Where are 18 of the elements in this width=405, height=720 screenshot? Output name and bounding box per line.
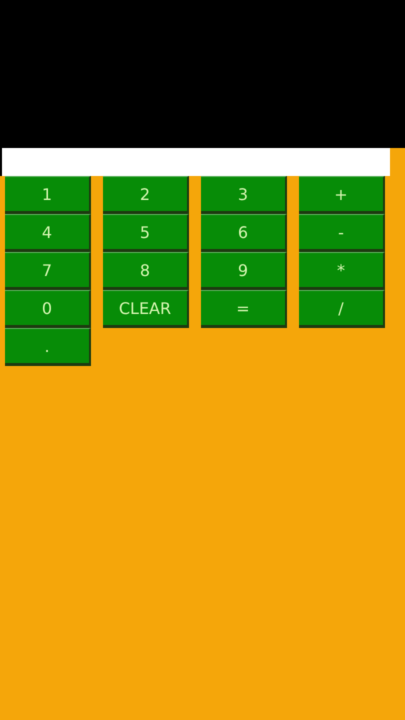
keypad-button[interactable]: 1 [5,176,91,214]
keypad-button[interactable]: / [299,290,385,328]
keypad-button[interactable]: = [201,290,287,328]
keypad-button[interactable]: 2 [103,176,189,214]
keypad-button[interactable]: . [5,328,91,366]
keypad-button[interactable]: 6 [201,214,287,252]
keypad-button[interactable]: 0 [5,290,91,328]
keypad-button[interactable]: + [299,176,385,214]
keypad-button[interactable]: - [299,214,385,252]
display-field[interactable] [0,148,390,176]
keypad-button[interactable]: CLEAR [103,290,189,328]
keypad-button[interactable]: 8 [103,252,189,290]
keypad-button[interactable]: 5 [103,214,189,252]
keypad-button[interactable]: 3 [201,176,287,214]
keypad-button[interactable]: * [299,252,385,290]
keypad-button[interactable]: 9 [201,252,287,290]
keypad-button[interactable]: 7 [5,252,91,290]
keypad-button[interactable]: 4 [5,214,91,252]
